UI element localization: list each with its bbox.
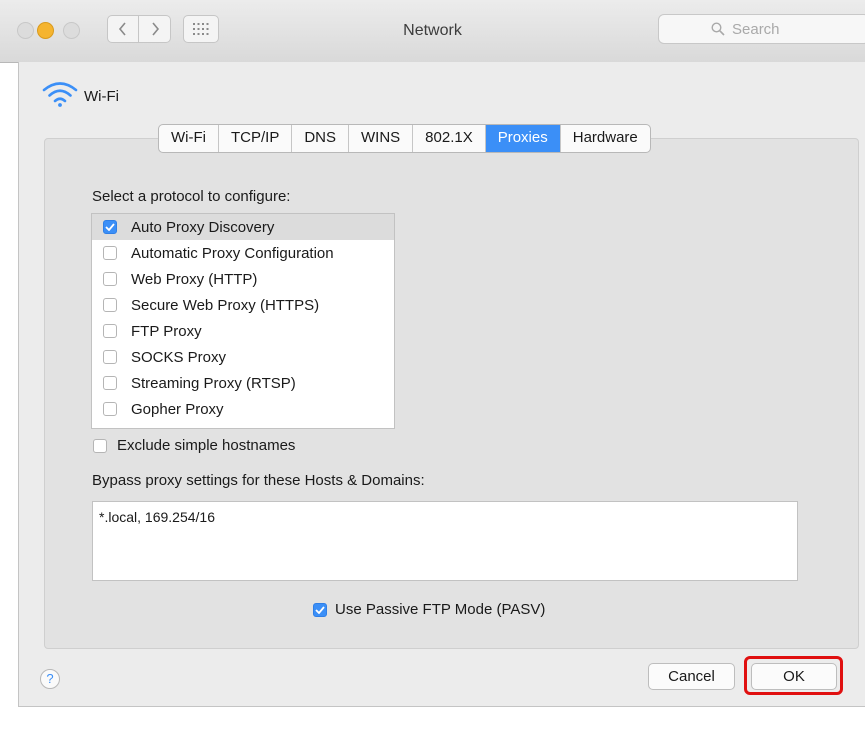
protocol-label: Web Proxy (HTTP) (131, 270, 258, 288)
protocol-label: FTP Proxy (131, 322, 202, 340)
passive-ftp-option[interactable]: Use Passive FTP Mode (PASV) (313, 601, 545, 618)
tab-tcpip[interactable]: TCP/IP (219, 125, 293, 152)
protocol-list: Auto Proxy Discovery Automatic Proxy Con… (91, 213, 395, 429)
protocol-label: Streaming Proxy (RTSP) (131, 374, 296, 392)
secure-web-proxy-checkbox[interactable] (103, 298, 117, 312)
tab-dns[interactable]: DNS (292, 125, 349, 152)
protocol-label: Auto Proxy Discovery (131, 218, 275, 236)
passive-ftp-label: Use Passive FTP Mode (PASV) (335, 601, 546, 618)
protocol-row-web-proxy[interactable]: Web Proxy (HTTP) (92, 266, 394, 292)
protocol-row-ftp-proxy[interactable]: FTP Proxy (92, 318, 394, 344)
protocol-label: Automatic Proxy Configuration (131, 244, 334, 262)
help-button[interactable]: ? (40, 669, 60, 689)
protocol-label: SOCKS Proxy (131, 348, 227, 366)
ftp-proxy-checkbox[interactable] (103, 324, 117, 338)
protocol-row-socks-proxy[interactable]: SOCKS Proxy (92, 344, 394, 370)
checkmark-icon (105, 223, 115, 231)
wifi-icon (42, 82, 78, 107)
streaming-proxy-checkbox[interactable] (103, 376, 117, 390)
protocol-row-gopher-proxy[interactable]: Gopher Proxy (92, 396, 394, 422)
proxies-sheet: Wi-Fi Wi-Fi TCP/IP DNS WINS 802.1X Proxi… (18, 62, 865, 707)
protocol-row-auto-proxy-discovery[interactable]: Auto Proxy Discovery (92, 214, 394, 240)
protocol-row-secure-web-proxy[interactable]: Secure Web Proxy (HTTPS) (92, 292, 394, 318)
select-protocol-label: Select a protocol to configure: (92, 188, 291, 205)
search-placeholder: Search (732, 21, 780, 38)
checkmark-icon (315, 605, 325, 614)
socks-proxy-checkbox[interactable] (103, 350, 117, 364)
protocol-row-automatic-proxy-configuration[interactable]: Automatic Proxy Configuration (92, 240, 394, 266)
ok-button[interactable]: OK (751, 663, 837, 690)
auto-proxy-discovery-checkbox[interactable] (103, 220, 117, 234)
exclude-simple-hostnames-label: Exclude simple hostnames (117, 437, 296, 454)
protocol-label: Secure Web Proxy (HTTPS) (131, 296, 320, 314)
passive-ftp-checkbox[interactable] (313, 602, 327, 617)
title-bar: Network Search (0, 0, 865, 63)
tab-hardware[interactable]: Hardware (561, 125, 650, 152)
protocol-label: Gopher Proxy (131, 400, 224, 418)
protocol-row-streaming-proxy[interactable]: Streaming Proxy (RTSP) (92, 370, 394, 396)
tab-bar: Wi-Fi TCP/IP DNS WINS 802.1X Proxies Har… (158, 124, 651, 153)
tab-8021x[interactable]: 802.1X (413, 125, 486, 152)
web-proxy-checkbox[interactable] (103, 272, 117, 286)
cancel-button[interactable]: Cancel (648, 663, 735, 690)
exclude-simple-hostnames[interactable]: Exclude simple hostnames (93, 437, 295, 454)
automatic-proxy-configuration-checkbox[interactable] (103, 246, 117, 260)
tab-wifi[interactable]: Wi-Fi (159, 125, 219, 152)
tab-wins[interactable]: WINS (349, 125, 414, 152)
tab-proxies[interactable]: Proxies (485, 125, 561, 152)
interface-name: Wi-Fi (84, 88, 119, 105)
bypass-label: Bypass proxy settings for these Hosts & … (92, 472, 425, 489)
search-field[interactable]: Search (658, 14, 865, 44)
gopher-proxy-checkbox[interactable] (103, 402, 117, 416)
exclude-simple-hostnames-checkbox[interactable] (93, 438, 107, 453)
bypass-hosts-field[interactable]: *.local, 169.254/16 (92, 501, 798, 581)
search-icon (711, 22, 725, 36)
